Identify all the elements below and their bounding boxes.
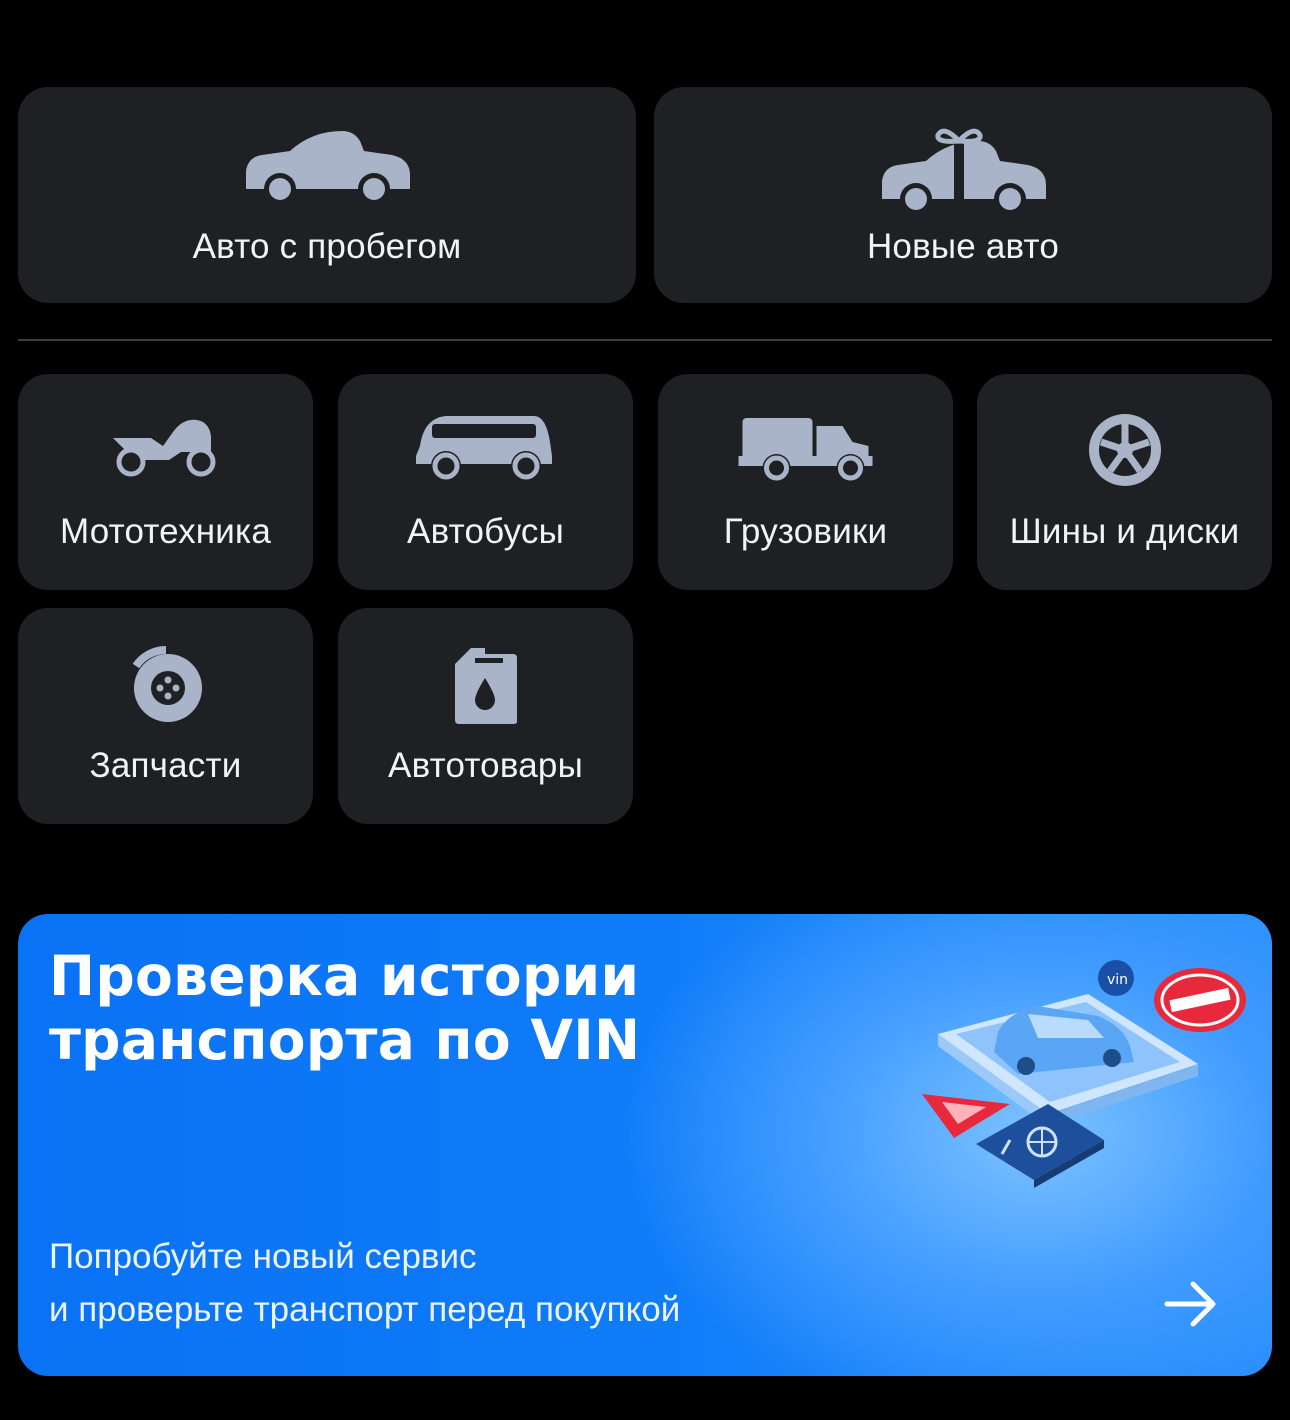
brake-disc-icon bbox=[132, 646, 202, 722]
category-trucks[interactable]: Грузовики bbox=[658, 374, 953, 590]
banner-title: Проверка истории транспорта по VIN bbox=[49, 944, 809, 1072]
category-tires[interactable]: Шины и диски bbox=[977, 374, 1272, 590]
banner-subtitle-line: и проверьте транспорт перед покупкой bbox=[49, 1290, 681, 1329]
category-moto[interactable]: Мототехника bbox=[18, 374, 313, 590]
category-new-cars[interactable]: Новые авто bbox=[654, 87, 1272, 303]
arrow-right-icon[interactable] bbox=[1163, 1276, 1219, 1332]
truck-icon bbox=[738, 418, 872, 482]
category-label: Новые авто bbox=[866, 227, 1060, 266]
wheel-icon bbox=[1088, 414, 1161, 486]
oil-canister-icon bbox=[454, 648, 517, 724]
category-label: Авто с пробегом bbox=[192, 227, 462, 266]
banner-title-line: Проверка истории bbox=[49, 944, 640, 1008]
category-auto-goods[interactable]: Автотовары bbox=[338, 608, 633, 824]
category-label: Шины и диски bbox=[1009, 512, 1240, 551]
category-label: Автобусы bbox=[407, 512, 564, 551]
category-label: Грузовики bbox=[723, 512, 888, 551]
category-used-cars[interactable]: Авто с пробегом bbox=[18, 87, 636, 303]
vin-badge-text: vin bbox=[1107, 972, 1128, 988]
vin-illustration: vin bbox=[922, 960, 1246, 1188]
car-icon bbox=[246, 131, 410, 205]
gift-car-icon bbox=[882, 128, 1046, 215]
category-label: Автотовары bbox=[388, 746, 583, 785]
banner-subtitle: Попробуйте новый сервис и проверьте тран… bbox=[49, 1230, 680, 1336]
banner-subtitle-line: Попробуйте новый сервис bbox=[49, 1237, 477, 1276]
category-label: Запчасти bbox=[89, 746, 242, 785]
bus-icon bbox=[415, 416, 552, 481]
vin-check-banner[interactable]: Проверка истории транспорта по VIN vin П… bbox=[18, 914, 1272, 1376]
category-parts[interactable]: Запчасти bbox=[18, 608, 313, 824]
banner-title-line: транспорта по VIN bbox=[49, 1008, 641, 1072]
category-buses[interactable]: Автобусы bbox=[338, 374, 633, 590]
motorcycle-icon bbox=[112, 419, 215, 477]
category-label: Мототехника bbox=[59, 512, 272, 551]
divider bbox=[18, 339, 1272, 341]
